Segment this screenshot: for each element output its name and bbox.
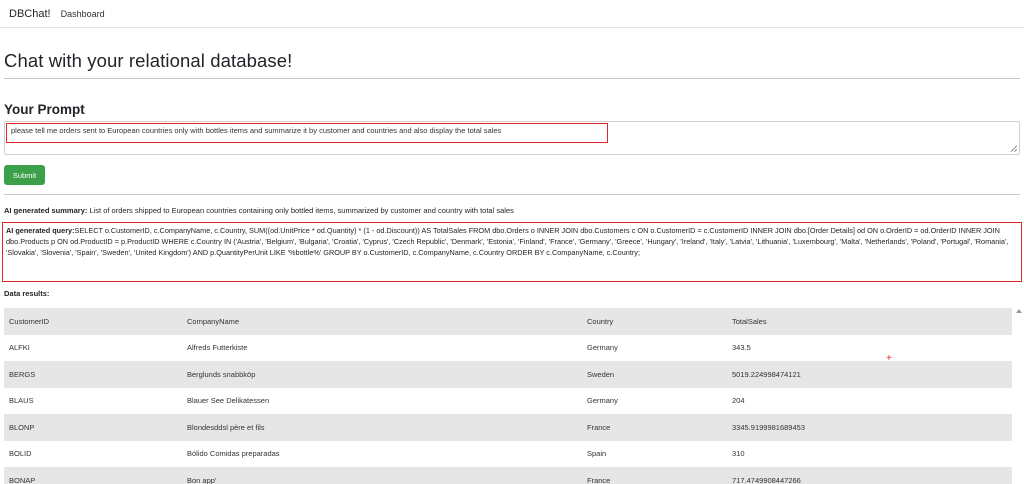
- table-cell: Germany: [587, 343, 618, 353]
- ai-query: AI generated query:SELECT o.CustomerID, …: [6, 225, 1018, 259]
- ai-summary-label: AI generated summary:: [4, 206, 88, 215]
- prompt-textarea[interactable]: please tell me orders sent to European c…: [4, 121, 1020, 155]
- table-cell: BLONP: [9, 422, 35, 432]
- table-cell: Berglunds snabbköp: [187, 369, 256, 379]
- data-results-label: Data results:: [4, 289, 50, 298]
- table-cell: 3345.9199981689453: [732, 422, 805, 432]
- column-header: CompanyName: [187, 316, 240, 326]
- table-row: BONAP Bon app' France 717.4749908447266: [4, 467, 1012, 484]
- nav-link-dashboard[interactable]: Dashboard: [61, 9, 105, 19]
- table-row: BERGS Berglunds snabbköp Sweden 5019.224…: [4, 361, 1012, 388]
- table-row: ALFKI Alfreds Futterkiste Germany 343.5: [4, 335, 1012, 362]
- table-cell: France: [587, 422, 611, 432]
- table-row: BOLID Bólido Comidas preparadas Spain 31…: [4, 441, 1012, 468]
- results-table: CustomerID CompanyName Country TotalSale…: [4, 308, 1012, 484]
- table-cell: ALFKI: [9, 343, 30, 353]
- table-cell: Bólido Comidas preparadas: [187, 449, 280, 459]
- brand-link[interactable]: DBChat!: [9, 8, 51, 20]
- table-header-row: CustomerID CompanyName Country TotalSale…: [4, 308, 1012, 335]
- table-cell: Blondesddsl père et fils: [187, 422, 265, 432]
- column-header: CustomerID: [9, 316, 50, 326]
- results-divider: [4, 194, 1020, 195]
- table-cell: 310: [732, 449, 745, 459]
- column-header: TotalSales: [732, 316, 767, 326]
- table-cell: BONAP: [9, 475, 36, 484]
- column-header: Country: [587, 316, 614, 326]
- ai-query-label: AI generated query:: [6, 226, 75, 235]
- ai-query-text: SELECT o.CustomerID, c.CompanyName, c.Co…: [6, 226, 1009, 258]
- table-cell: France: [587, 475, 611, 484]
- table-cell: Sweden: [587, 369, 615, 379]
- table-cell: BERGS: [9, 369, 36, 379]
- prompt-text: please tell me orders sent to European c…: [11, 126, 502, 135]
- top-navbar: DBChat! Dashboard: [0, 0, 1024, 28]
- table-row: BLONP Blondesddsl père et fils France 33…: [4, 414, 1012, 441]
- table-cell: 717.4749908447266: [732, 475, 801, 484]
- ai-query-box: AI generated query:SELECT o.CustomerID, …: [2, 222, 1022, 282]
- table-cell: Bon app': [187, 475, 217, 484]
- table-cell: Germany: [587, 396, 618, 406]
- table-cell: 5019.224998474121: [732, 369, 801, 379]
- table-row: BLAUS Blauer See Delikatessen Germany 20…: [4, 388, 1012, 415]
- scroll-up-arrow-icon[interactable]: [1016, 309, 1022, 313]
- page-title: Chat with your relational database!: [4, 50, 293, 71]
- table-cell: Blauer See Delikatessen: [187, 396, 270, 406]
- table-scrollbar[interactable]: [1015, 308, 1024, 484]
- prompt-heading: Your Prompt: [4, 102, 85, 117]
- table-cell: BLAUS: [9, 396, 34, 406]
- title-divider: [4, 78, 1020, 79]
- resize-grip-icon[interactable]: [1010, 145, 1017, 152]
- table-cell: Alfreds Futterkiste: [187, 343, 248, 353]
- table-cell: Spain: [587, 449, 607, 459]
- ai-summary-text: List of orders shipped to European count…: [87, 206, 514, 215]
- table-cell: 204: [732, 396, 745, 406]
- ai-summary: AI generated summary: List of orders shi…: [4, 206, 514, 215]
- crosshair-cursor-icon: +: [886, 353, 892, 364]
- submit-button[interactable]: Submit: [4, 165, 45, 185]
- table-cell: BOLID: [9, 449, 32, 459]
- table-cell: 343.5: [732, 343, 751, 353]
